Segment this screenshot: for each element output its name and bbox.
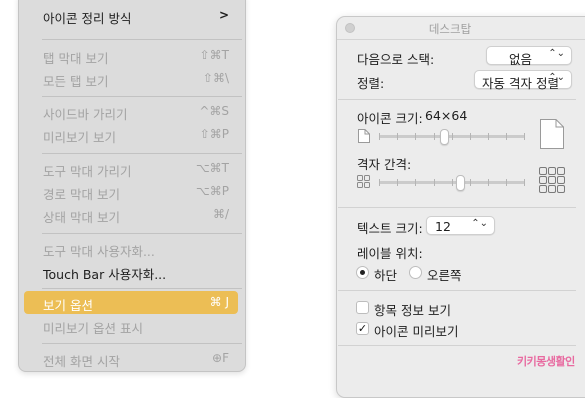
menu-item-label: 탭 막대 보기 [43, 51, 109, 66]
icon-size-label: 아이콘 크기: [357, 111, 423, 126]
show-item-info-label: 항목 정보 보기 [374, 303, 451, 318]
menu-item-label: Touch Bar 사용자화... [43, 267, 167, 282]
menu-item-label: 전체 화면 시작 [43, 354, 120, 369]
menu-item-label: 미리보기 보기 [43, 130, 116, 145]
menu-item-label: 보기 옵션 [43, 298, 93, 313]
view-menu: 아이콘 정리 방식 > 탭 막대 보기 ⇧⌘T 모든 탭 보기 ⇧⌘\ 사이드바… [18, 0, 246, 372]
menu-item-customize-toolbar[interactable]: 도구 막대 사용자화... [24, 237, 238, 260]
menu-separator [42, 288, 242, 289]
text-size-label: 텍스트 크기: [357, 221, 423, 236]
icon-size-slider-knob[interactable] [440, 129, 450, 145]
menu-item-show-status-bar[interactable]: 상태 막대 보기 ⌘/ [24, 203, 238, 226]
menu-item-label: 도구 막대 가리기 [43, 164, 132, 179]
grid-spacing-slider-knob[interactable] [456, 175, 466, 191]
stack-by-value: 없음 [509, 52, 533, 67]
large-document-icon [540, 119, 564, 149]
menu-item-hide-toolbar[interactable]: 도구 막대 가리기 ⌥⌘T [24, 157, 238, 180]
menu-item-show-tab-bar[interactable]: 탭 막대 보기 ⇧⌘T [24, 44, 238, 67]
shortcut-label: ⊕F [212, 351, 229, 365]
shortcut-label: ⇧⌘T [199, 48, 229, 62]
menu-item-hide-sidebar[interactable]: 사이드바 가리기 ^⌘S [24, 100, 238, 123]
label-position-bottom-radio[interactable] [356, 266, 369, 279]
section-divider [338, 99, 576, 100]
stack-by-select[interactable]: 없음 ⌃⌄ [486, 46, 572, 67]
sort-label: 정렬: [357, 76, 385, 91]
submenu-arrow-icon: > [218, 8, 229, 22]
grid-spacing-label: 격자 간격: [357, 157, 412, 172]
shortcut-label: ^⌘S [199, 104, 229, 118]
shortcut-label: ⌘ J [209, 295, 229, 309]
menu-item-label: 아이콘 정리 방식 [43, 11, 132, 26]
menu-item-label: 미리보기 옵션 표시 [43, 321, 143, 336]
label-position-right-label: 오른쪽 [427, 268, 462, 283]
label-position-label: 레이블 위치: [357, 246, 423, 261]
shortcut-label: ⇧⌘P [199, 127, 229, 141]
menu-item-view-options[interactable]: 보기 옵션 ⌘ J [24, 291, 238, 314]
menu-item-label: 사이드바 가리기 [43, 107, 128, 122]
shortcut-label: ⌥⌘T [195, 161, 229, 175]
chevron-updown-icon: ⌃⌄ [471, 218, 488, 229]
view-options-window: 데스크탑 다음으로 스택: 없음 ⌃⌄ 정렬: 자동 격자 정렬 ⌃⌄ 아이콘 … [336, 16, 585, 398]
stack-by-label: 다음으로 스택: [357, 52, 435, 67]
menu-separator [42, 233, 242, 234]
show-item-info-checkbox[interactable] [356, 301, 369, 314]
chevron-updown-icon: ⌃⌄ [548, 72, 565, 83]
shortcut-label: ⌥⌘P [195, 184, 229, 198]
menu-item-customize-touch-bar[interactable]: Touch Bar 사용자화... [24, 260, 238, 283]
label-position-bottom-label: 하단 [374, 268, 398, 283]
section-divider [338, 290, 576, 291]
small-document-icon [358, 129, 370, 143]
label-position-right-radio[interactable] [409, 266, 422, 279]
menu-item-label: 경로 막대 보기 [43, 187, 120, 202]
menu-separator [42, 153, 242, 154]
show-icon-preview-label: 아이콘 미리보기 [374, 324, 459, 339]
window-title: 데스크탑 [428, 22, 472, 36]
title-bar: 데스크탑 [337, 17, 585, 40]
section-divider [338, 345, 576, 346]
menu-separator [42, 96, 242, 97]
menu-item-arrange-icons[interactable]: 아이콘 정리 방식 > [24, 4, 238, 27]
sort-select[interactable]: 자동 격자 정렬 ⌃⌄ [474, 70, 572, 91]
text-size-value: 12 [435, 219, 451, 234]
menu-item-show-preview[interactable]: 미리보기 보기 ⇧⌘P [24, 123, 238, 146]
watermark-text: 키키몽생활인 [517, 355, 575, 368]
chevron-updown-icon: ⌃⌄ [548, 48, 565, 59]
tight-grid-icon [357, 175, 370, 188]
menu-item-show-all-tabs[interactable]: 모든 탭 보기 ⇧⌘\ [24, 67, 238, 90]
menu-item-label: 상태 막대 보기 [43, 210, 120, 225]
menu-item-enter-full-screen[interactable]: 전체 화면 시작 ⊕F [24, 347, 238, 370]
menu-separator [42, 343, 242, 344]
menu-item-show-preview-options[interactable]: 미리보기 옵션 표시 [24, 314, 238, 337]
menu-separator [42, 39, 242, 40]
icon-size-slider[interactable] [379, 127, 525, 147]
shortcut-label: ⇧⌘\ [202, 71, 229, 85]
show-icon-preview-checkbox[interactable]: ✓ [356, 322, 369, 335]
grid-spacing-slider[interactable] [379, 173, 525, 193]
menu-item-label: 도구 막대 사용자화... [43, 244, 155, 259]
shortcut-label: ⌘/ [212, 207, 229, 221]
wide-grid-icon [539, 167, 565, 193]
section-divider [338, 207, 576, 208]
menu-item-show-path-bar[interactable]: 경로 막대 보기 ⌥⌘P [24, 180, 238, 203]
icon-size-value: 64×64 [425, 108, 468, 123]
checkmark-icon: ✓ [357, 322, 368, 335]
menu-item-label: 모든 탭 보기 [43, 74, 109, 89]
text-size-select[interactable]: 12 ⌃⌄ [426, 216, 495, 235]
